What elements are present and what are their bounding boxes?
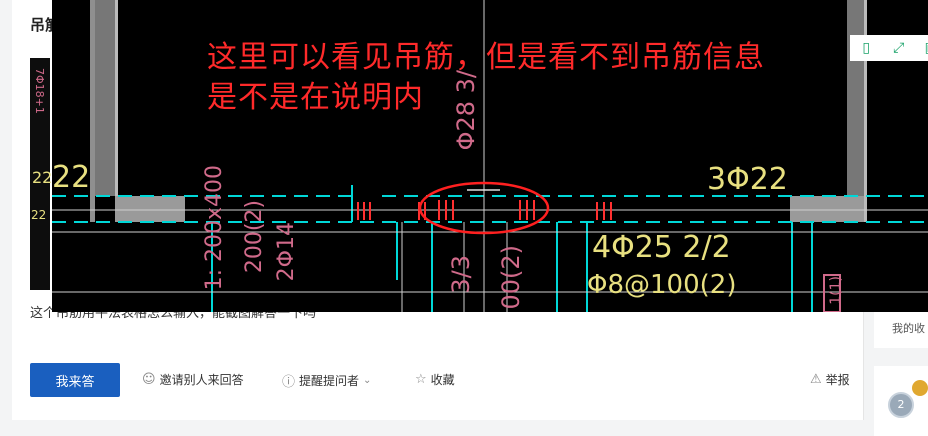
remind-label: 提醒提问者 <box>299 374 360 388</box>
thumb-text: 7Φ18+1 <box>33 68 46 114</box>
image-viewer[interactable]: 这里可以看见吊筋，但是看不到吊筋信息 是不是在说明内 3Φ22 4Φ25 2/2… <box>52 0 928 312</box>
question-image-thumbnail[interactable]: 7Φ18+1 22 22 <box>30 58 53 290</box>
invite-button[interactable]: ☺ 邀请别人来回答 <box>142 371 244 388</box>
person-icon: ☺ <box>142 372 156 387</box>
warning-icon: ⚠ <box>810 372 822 387</box>
expand-icon[interactable]: ⤢ <box>889 40 909 56</box>
report-button[interactable]: ⚠ 举报 <box>810 371 850 388</box>
my-favorites-link[interactable]: 我的收 <box>892 320 925 336</box>
annotation-line-2: 是不是在说明内 <box>207 80 424 115</box>
cad-label: Φ8@100(2) <box>587 270 737 300</box>
remind-button[interactable]: ⓘ 提醒提问者 ⌄ <box>282 371 371 390</box>
cad-label: 3Φ22 <box>707 162 788 197</box>
action-bar: 我来答 ☺ 邀请别人来回答 ⓘ 提醒提问者 ⌄ ☆ 收藏 ⚠ 举报 <box>30 363 850 397</box>
phone-icon[interactable]: ▯ <box>856 40 876 56</box>
cad-label: 4Φ25 2/2 <box>592 230 731 265</box>
page-bottom-gap <box>12 424 863 433</box>
invite-label: 邀请别人来回答 <box>159 373 244 387</box>
cad-label: Φ28 3/ <box>452 70 480 151</box>
annotation-line-1: 这里可以看见吊筋，但是看不到吊筋信息 <box>207 40 765 75</box>
star-icon: ☆ <box>415 372 427 387</box>
favorite-label: 收藏 <box>430 373 455 387</box>
answer-button[interactable]: 我来答 <box>30 363 120 397</box>
thumb-text: 22 <box>31 208 47 222</box>
viewer-toolbar: ▯ ⤢ ▣ ↗ <box>850 35 928 61</box>
cad-label: 200(2) <box>242 200 267 274</box>
annotation-text: 这里可以看见吊筋，但是看不到吊筋信息 是不是在说明内 <box>207 38 765 118</box>
save-icon[interactable]: ▣ <box>921 40 928 56</box>
report-label: 举报 <box>825 373 850 387</box>
cad-label: 2Φ14 <box>274 222 299 282</box>
cad-label: 00(2) <box>497 245 525 310</box>
gold-medal-icon <box>912 380 928 396</box>
thumb-text: 22 <box>32 168 53 187</box>
favorite-button[interactable]: ☆ 收藏 <box>415 371 455 388</box>
sidebar-medal-card: 2 <box>874 366 928 436</box>
cad-label: 3/3 <box>447 255 475 294</box>
cad-label: 22 <box>52 160 91 195</box>
cad-label: 1(1) <box>828 276 844 305</box>
cad-label: 1: 200x400 <box>202 165 227 291</box>
chevron-down-icon: ⌄ <box>363 375 372 386</box>
info-icon: ⓘ <box>282 375 296 390</box>
medal-icon: 2 <box>888 392 914 418</box>
